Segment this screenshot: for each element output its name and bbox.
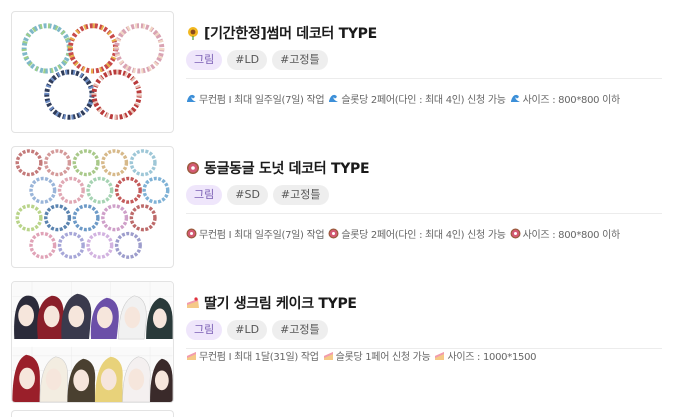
tag-style[interactable]: #SD bbox=[227, 185, 268, 205]
donut-icon bbox=[328, 228, 339, 238]
tag-category[interactable]: 그림 bbox=[186, 185, 223, 205]
product-title[interactable]: 동글동글 도넛 데코터 TYPE bbox=[186, 158, 370, 178]
wreath-frames-image bbox=[21, 23, 165, 120]
tag-frame[interactable]: #고정틀 bbox=[272, 320, 328, 340]
product-item-summer[interactable]: [기간한정]썸머 데코터 TYPE 그림 #LD #고정틀 무컨펌 I 최대 일… bbox=[0, 11, 677, 135]
donut-frames-image bbox=[15, 149, 170, 259]
product-title[interactable]: [기간한정]썸머 데코터 TYPE bbox=[186, 23, 377, 43]
cake-slice-icon bbox=[435, 351, 445, 360]
cake-slice-icon bbox=[187, 297, 199, 308]
character-cake-image bbox=[12, 282, 173, 402]
product-list: [기간한정]썸머 데코터 TYPE 그림 #LD #고정틀 무컨펌 I 최대 일… bbox=[0, 0, 677, 417]
divider bbox=[186, 78, 662, 79]
product-details: 무컨펌 I 최대 1달(31일) 작업 슬롯당 1페어 신청 가능 사이즈 : … bbox=[186, 347, 540, 363]
tag-style[interactable]: #LD bbox=[227, 320, 268, 340]
wave-icon bbox=[329, 94, 339, 102]
tag-frame[interactable]: #고정틀 bbox=[272, 185, 329, 205]
tag-category[interactable]: 그림 bbox=[186, 320, 223, 340]
product-details: 무컨펌 I 최대 일주일(7일) 작업 슬롯당 2페어(다인 : 최대 4인) … bbox=[186, 225, 624, 241]
product-details: 무컨펌 I 최대 일주일(7일) 작업 슬롯당 2페어(다인 : 최대 4인) … bbox=[186, 90, 624, 106]
product-title[interactable]: 딸기 생크림 케이크 TYPE bbox=[186, 293, 357, 313]
wave-icon bbox=[187, 94, 196, 102]
tag-frame[interactable]: #고정틀 bbox=[272, 50, 328, 70]
donut-icon bbox=[510, 228, 521, 238]
product-item-cake[interactable]: 딸기 생크림 케이크 TYPE 그림 #LD #고정틀 무컨펌 I 최대 1달(… bbox=[0, 281, 677, 405]
cake-slice-icon bbox=[187, 351, 196, 360]
product-thumbnail[interactable] bbox=[11, 146, 174, 268]
product-thumbnail[interactable] bbox=[11, 11, 174, 133]
donut-icon bbox=[187, 162, 199, 174]
sunflower-icon bbox=[188, 27, 198, 40]
tag-style[interactable]: #LD bbox=[227, 50, 268, 70]
next-item-thumbnail-edge bbox=[11, 410, 174, 417]
tag-category[interactable]: 그림 bbox=[186, 50, 223, 70]
product-item-donut[interactable]: 동글동글 도넛 데코터 TYPE 그림 #SD #고정틀 무컨펌 I 최대 일주… bbox=[0, 146, 677, 270]
donut-icon bbox=[186, 228, 197, 238]
divider bbox=[186, 213, 662, 214]
cake-slice-icon bbox=[323, 351, 333, 360]
product-thumbnail[interactable] bbox=[11, 281, 174, 403]
wave-icon bbox=[510, 94, 520, 102]
